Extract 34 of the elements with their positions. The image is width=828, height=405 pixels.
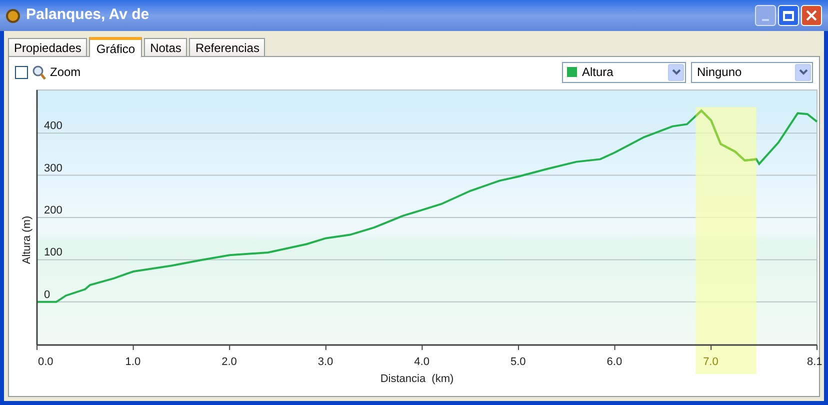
- zoom-checkbox[interactable]: [15, 66, 28, 78]
- dropdown[interactable]: Altura: [562, 62, 686, 82]
- maximize-button[interactable]: [778, 5, 799, 26]
- x-tick-label: 3.0: [318, 356, 334, 368]
- y-axis-title: Altura (m): [21, 216, 33, 264]
- y-tick-label: 400: [44, 120, 62, 132]
- close-button[interactable]: [801, 5, 822, 26]
- tab[interactable]: Gráfico: [89, 37, 142, 57]
- app-icon: [6, 8, 20, 22]
- tab[interactable]: Propiedades: [8, 38, 88, 56]
- dropdown-value: Altura: [582, 64, 614, 81]
- dropdown-value: Ninguno: [697, 64, 743, 81]
- y-tick-label: 200: [44, 204, 62, 216]
- x-tick-label: 7.0: [703, 356, 718, 368]
- x-tick-label: 4.0: [414, 356, 430, 368]
- zoom-label: Zoom: [50, 64, 81, 81]
- x-tick-label: 6.0: [606, 356, 622, 368]
- x-axis-title: Distancia (km): [380, 373, 454, 385]
- x-tick-label: 0.0: [38, 356, 54, 368]
- tab[interactable]: Notas: [144, 38, 188, 56]
- y-tick-label: 100: [44, 246, 62, 259]
- y-tick-label: 300: [44, 162, 62, 174]
- close-icon: [806, 10, 817, 21]
- x-tick-label: 2.0: [222, 356, 237, 368]
- x-tick-label: 5.0: [510, 356, 526, 368]
- y-tick-label: 0: [44, 288, 50, 301]
- dropdown[interactable]: Ninguno: [691, 62, 813, 82]
- x-tick-label: 8.1: [807, 356, 822, 368]
- window-title: Palanques, Av de: [26, 5, 150, 26]
- search-icon: [32, 64, 46, 80]
- maximize-icon: [783, 10, 794, 20]
- tab[interactable]: Referencias: [189, 38, 266, 56]
- minimize-icon: [762, 19, 769, 21]
- x-tick-label: 1.0: [125, 356, 141, 368]
